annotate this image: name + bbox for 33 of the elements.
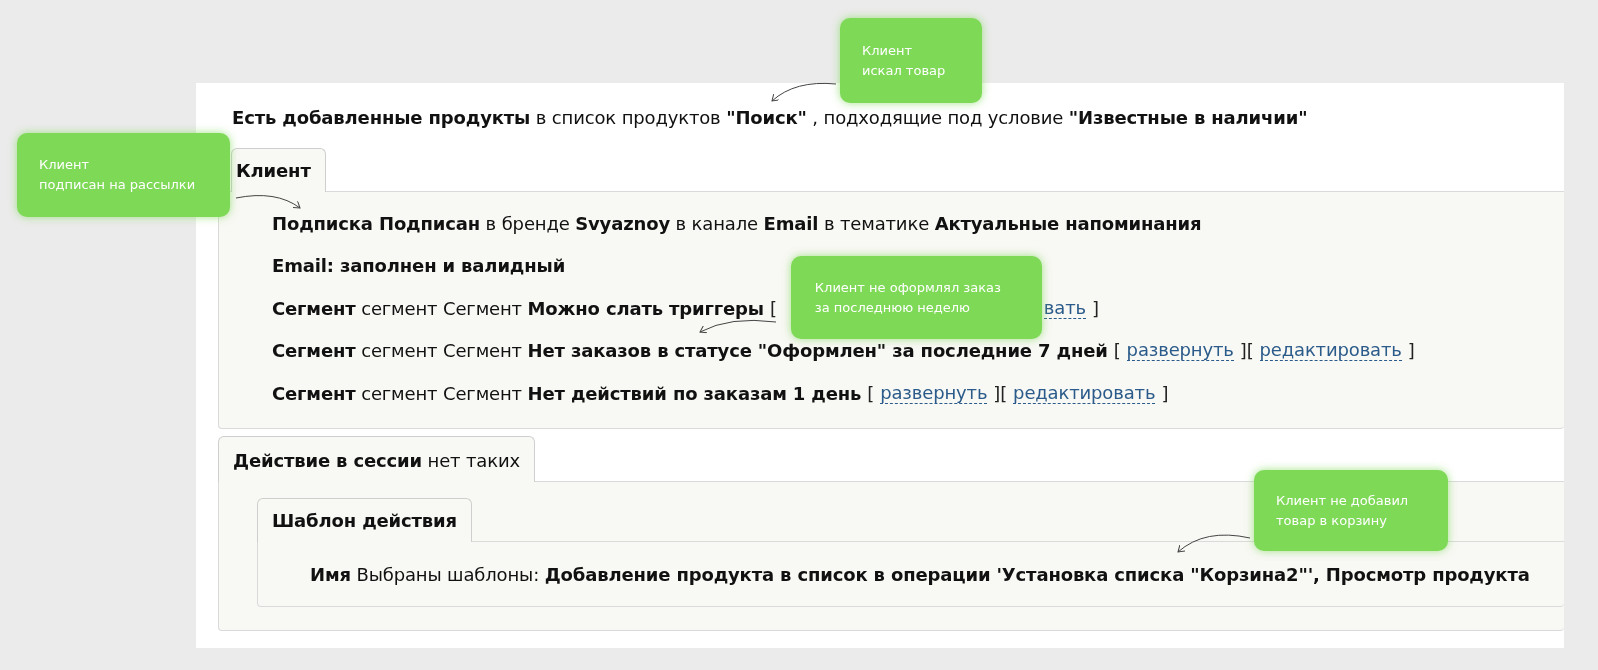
- link[interactable]: редактировать: [1259, 340, 1402, 361]
- bracket: ]: [1092, 297, 1099, 319]
- callout-text: Клиент: [39, 156, 91, 174]
- section-tab[interactable]: Клиент: [231, 148, 326, 192]
- bracket: [: [1113, 340, 1121, 361]
- callout-text: Клиент не оформлял заказ: [814, 278, 1002, 297]
- callout-text: Клиент: [862, 41, 914, 60]
- callout-text: Клиент не добавил: [1276, 491, 1410, 510]
- condition-text: Имя Выбраны шаблоны: Добавление продукта в список в операции 'Установка списка "Корзина2"', Просмотр продукта: [310, 563, 1530, 585]
- callout-text: товар в корзину: [1276, 511, 1388, 530]
- section-tab[interactable]: Действие в сессии нет таких: [218, 436, 535, 482]
- link[interactable]: редактировать: [1013, 382, 1156, 404]
- bracket: [: [867, 382, 875, 404]
- callout-text: искал товар: [862, 61, 947, 80]
- bracket: ]: [1407, 340, 1415, 361]
- condition-text: Сегмент сегмент Сегмент Можно слать триггеры: [272, 297, 764, 319]
- link[interactable]: развернуть: [880, 382, 988, 404]
- condition-text: Подписка Подписан в бренде Svyaznoy в канале Email в тематике Актуальные напоминания: [272, 212, 1202, 234]
- section-tab[interactable]: Шаблон действия: [257, 498, 472, 542]
- condition-text: Есть добавленные продукты в список продуктов "Поиск" , подходящие под условие "Известные в наличии": [232, 106, 1309, 130]
- arrow: [235, 195, 301, 209]
- callout-text: за последнюю неделю: [814, 298, 972, 317]
- bracket: [: [770, 297, 777, 319]
- link[interactable]: развернуть: [1126, 340, 1234, 361]
- condition-text: Сегмент сегмент Сегмент Нет действий по заказам 1 день: [272, 382, 862, 404]
- condition-text: Сегмент сегмент Сегмент Нет заказов в статусе "Оформлен" за последние 7 дней: [272, 340, 1108, 361]
- link[interactable]: вать: [1043, 297, 1086, 319]
- bracket: ]: [1161, 382, 1169, 404]
- bracket: ][: [1239, 340, 1254, 361]
- callout-text: подписан на рассылки: [39, 176, 197, 194]
- arrow: [771, 82, 837, 102]
- bracket: ][: [993, 382, 1008, 404]
- condition-text: Email: заполнен и валидный: [272, 255, 566, 276]
